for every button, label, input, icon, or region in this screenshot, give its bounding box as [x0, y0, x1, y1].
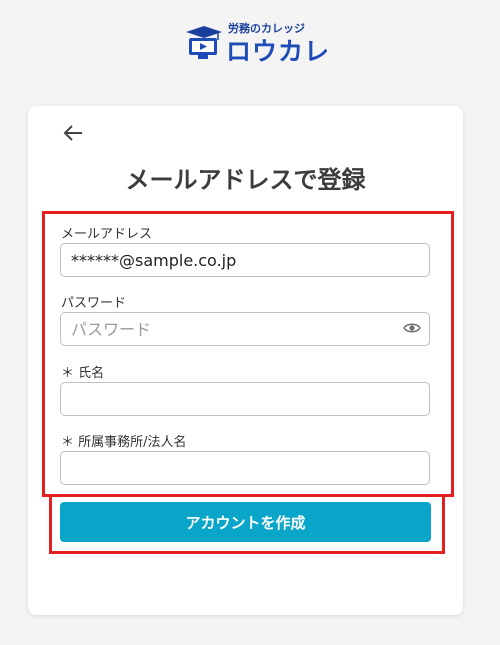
- name-field[interactable]: [60, 382, 430, 416]
- name-label: ＊ 氏名: [61, 366, 105, 381]
- office-label: ＊ 所属事務所/法人名: [61, 435, 187, 450]
- page-title: メールアドレスで登録: [125, 166, 366, 194]
- brand-logo: 労務のカレッジ ロウカレ: [186, 18, 329, 66]
- arrow-left-icon: [63, 125, 82, 141]
- office-field[interactable]: [60, 451, 430, 485]
- eye-icon: [403, 323, 421, 333]
- email-label: メールアドレス: [61, 227, 153, 242]
- password-visibility-toggle[interactable]: [401, 318, 423, 338]
- create-account-button[interactable]: アカウントを作成: [60, 502, 431, 542]
- back-button[interactable]: [60, 120, 86, 146]
- monitor-play-icon: [186, 26, 222, 59]
- password-field[interactable]: [60, 312, 430, 346]
- email-field[interactable]: [60, 243, 430, 277]
- brand-name: ロウカレ: [226, 37, 331, 66]
- password-label: パスワード: [61, 296, 127, 311]
